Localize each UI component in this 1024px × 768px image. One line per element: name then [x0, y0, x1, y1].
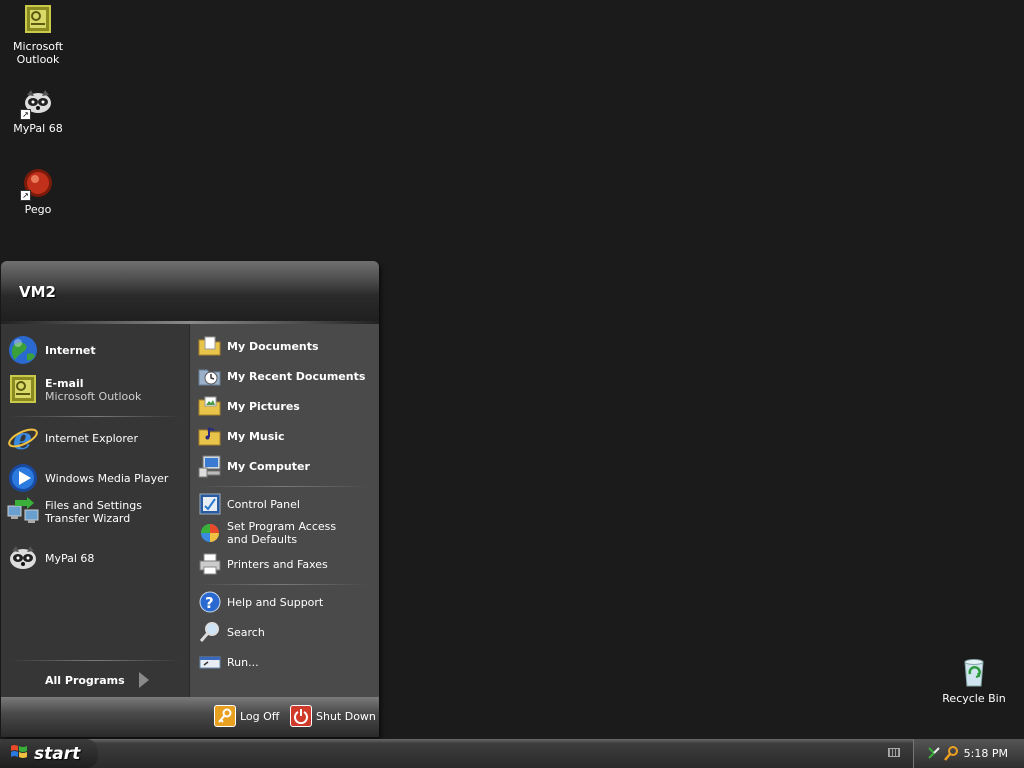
shortcut-arrow-icon: ↗	[20, 109, 31, 120]
place-my-recent-documents[interactable]: My Recent Documents	[198, 364, 378, 388]
folder-documents-icon	[198, 334, 222, 358]
svg-text:e: e	[13, 422, 32, 454]
pinned-email[interactable]: E-mail Microsoft Outlook	[7, 374, 141, 406]
run-icon	[198, 650, 222, 674]
tool-search[interactable]: Search	[198, 620, 265, 644]
item-label: Control Panel	[227, 497, 300, 511]
desktop-icon-label: Pego	[24, 203, 52, 216]
start-label: start	[34, 743, 81, 764]
network-icon[interactable]	[926, 745, 942, 764]
mypal-icon	[7, 542, 39, 574]
search-icon[interactable]	[944, 745, 960, 764]
desktop-icon-label: Recycle Bin	[942, 692, 1006, 705]
shut-down-button[interactable]: Shut Down	[290, 705, 376, 727]
place-my-pictures[interactable]: My Pictures	[198, 394, 300, 418]
outlook-icon	[7, 374, 39, 406]
pego-icon: ↗	[20, 167, 54, 201]
pinned-divider	[9, 416, 181, 417]
printer-icon	[198, 552, 222, 576]
tool-run[interactable]: Run...	[198, 650, 259, 674]
media-player-icon	[7, 462, 39, 494]
computer-icon	[198, 454, 222, 478]
arrow-right-icon	[138, 672, 149, 688]
user-name: VM2	[19, 283, 56, 301]
globe-icon	[7, 334, 39, 366]
recent-documents-icon	[198, 364, 222, 388]
all-programs-button[interactable]: All Programs	[45, 672, 149, 688]
item-label: Printers and Faxes	[227, 557, 328, 571]
start-menu-right-pane: My Documents My Recent Documents My Pict…	[189, 324, 379, 697]
desktop-icon-recycle-bin[interactable]: Recycle Bin	[936, 656, 1012, 705]
desktop-icon-label: MyPal 68	[13, 122, 63, 135]
control-panel-icon	[198, 492, 222, 516]
item-label: My Computer	[227, 459, 310, 473]
all-programs-divider	[9, 660, 181, 661]
recent-internet-explorer[interactable]: e Internet Explorer	[7, 422, 138, 457]
desktop-icon-label: Microsoft Outlook	[12, 40, 64, 66]
system-divider	[198, 584, 368, 585]
folder-music-icon	[198, 424, 222, 448]
clock[interactable]: 5:18 PM	[964, 747, 1008, 760]
system-program-access[interactable]: Set Program Access and Defaults	[198, 520, 352, 546]
program-access-icon	[198, 521, 222, 545]
place-my-computer[interactable]: My Computer	[198, 454, 310, 478]
item-sublabel: Microsoft Outlook	[45, 390, 142, 403]
item-label: Help and Support	[227, 595, 324, 609]
item-label: Search	[227, 625, 265, 639]
item-label: MyPal 68	[45, 551, 95, 565]
pinned-internet[interactable]: Internet	[7, 334, 96, 366]
start-menu-body: Internet E-mail Microsoft Outlook e Inte…	[1, 324, 379, 697]
log-off-label: Log Off	[240, 709, 280, 723]
recent-transfer-wizard[interactable]: Files and Settings Transfer Wizard	[7, 496, 180, 528]
place-my-music[interactable]: My Music	[198, 424, 285, 448]
taskbar: start 5:18 PM	[0, 739, 1024, 768]
shut-down-label: Shut Down	[316, 709, 376, 723]
item-label: E-mail	[45, 377, 84, 390]
desktop-icon-outlook[interactable]: Microsoft Outlook	[0, 4, 76, 66]
item-label: My Recent Documents	[227, 369, 366, 383]
windows-logo-icon	[10, 743, 28, 764]
power-icon	[290, 705, 312, 727]
tool-help-support[interactable]: ? Help and Support	[198, 590, 323, 614]
shortcut-arrow-icon: ↗	[20, 190, 31, 201]
help-icon: ?	[198, 590, 222, 614]
desktop-icon-pego[interactable]: ↗ Pego	[0, 167, 76, 216]
search-icon	[198, 620, 222, 644]
item-label: My Pictures	[227, 399, 300, 413]
item-label: Run...	[227, 655, 259, 669]
mypal-icon: ↗	[20, 86, 54, 120]
item-label: Set Program Access and Defaults	[227, 520, 337, 546]
item-label: My Music	[227, 429, 285, 443]
recycle-bin-icon	[958, 656, 990, 688]
keyboard-icon[interactable]	[888, 748, 900, 757]
system-control-panel[interactable]: Control Panel	[198, 492, 300, 516]
item-label: Internet	[45, 343, 96, 357]
start-menu-header: VM2	[1, 261, 379, 324]
desktop-icon-mypal[interactable]: ↗ MyPal 68	[0, 86, 76, 135]
all-programs-label: All Programs	[45, 673, 125, 687]
start-menu: VM2 Internet E-mail Microsoft Outlook e …	[1, 261, 379, 737]
place-my-documents[interactable]: My Documents	[198, 334, 319, 358]
ie-icon: e	[7, 422, 39, 457]
transfer-wizard-icon	[7, 496, 39, 528]
item-label: Files and Settings Transfer Wizard	[45, 499, 142, 525]
places-divider	[198, 486, 368, 487]
outlook-icon	[22, 4, 54, 36]
system-printers[interactable]: Printers and Faxes	[198, 552, 328, 576]
item-label: My Documents	[227, 339, 319, 353]
key-icon	[214, 705, 236, 727]
start-menu-footer: Log Off Shut Down	[1, 697, 379, 737]
item-label: Windows Media Player	[45, 471, 169, 485]
item-label: Internet Explorer	[45, 431, 138, 445]
start-button[interactable]: start	[0, 739, 98, 768]
start-menu-left-pane: Internet E-mail Microsoft Outlook e Inte…	[1, 324, 189, 697]
recent-mypal[interactable]: MyPal 68	[7, 542, 94, 574]
folder-pictures-icon	[198, 394, 222, 418]
log-off-button[interactable]: Log Off	[214, 705, 279, 727]
recent-windows-media-player[interactable]: Windows Media Player	[7, 462, 168, 494]
system-tray: 5:18 PM	[913, 739, 1024, 768]
svg-text:?: ?	[205, 594, 214, 612]
